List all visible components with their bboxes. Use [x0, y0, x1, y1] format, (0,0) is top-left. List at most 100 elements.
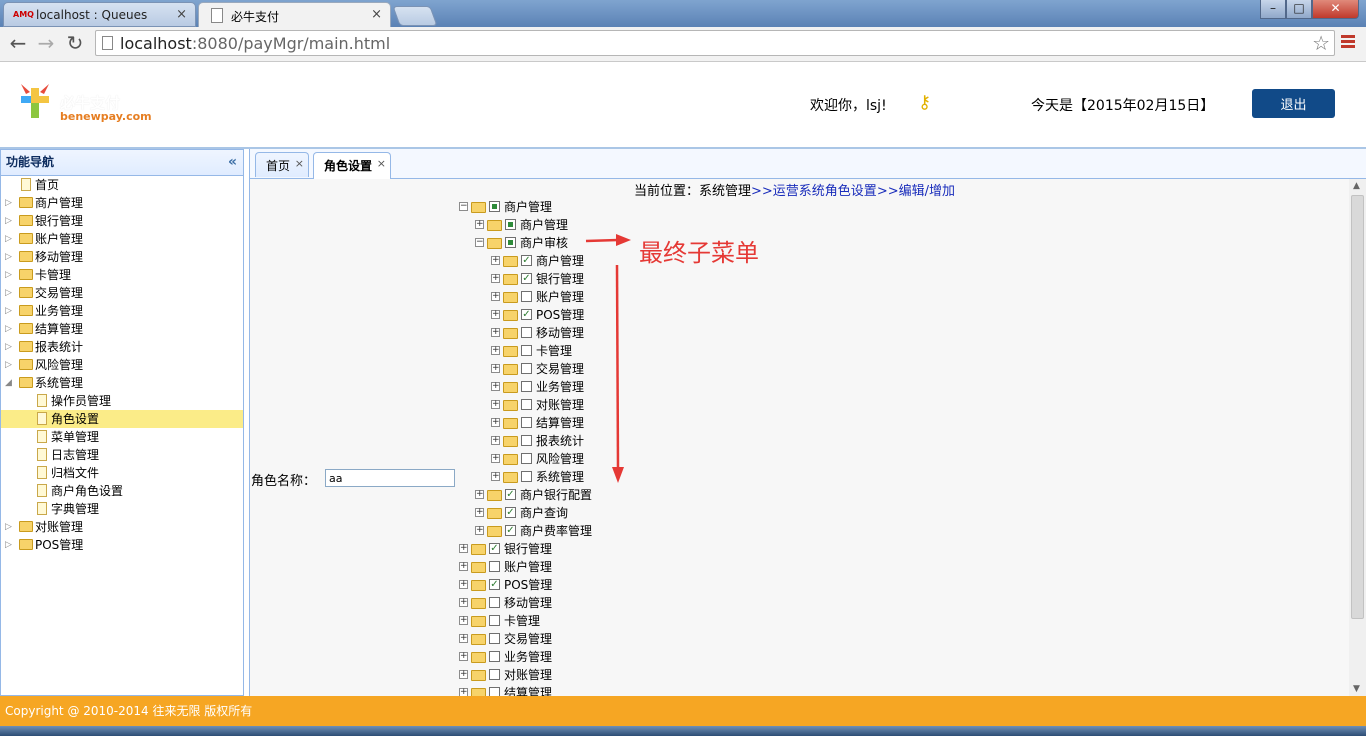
sidebar-item-label: 账户管理	[35, 232, 84, 246]
sidebar-item[interactable]: ▷ 报表统计	[1, 338, 243, 356]
back-arrow-icon[interactable]: ←	[5, 31, 31, 55]
sidebar-item-label: 卡管理	[35, 268, 72, 282]
annotation-arrow-down	[612, 264, 624, 483]
sidebar-item[interactable]: 角色设置	[1, 410, 243, 428]
folder-icon	[19, 269, 33, 280]
panel-tab-strip: 首页 × 角色设置 ×	[250, 149, 1366, 179]
sidebar-item[interactable]: 日志管理	[1, 446, 243, 464]
close-tab-icon[interactable]: ×	[295, 157, 304, 170]
sidebar-item[interactable]: ▷ 结算管理	[1, 320, 243, 338]
collapsed-arrow-icon[interactable]: ▷	[5, 194, 12, 212]
sidebar-item[interactable]: ▷ 移动管理	[1, 248, 243, 266]
annotation-arrows	[585, 234, 631, 483]
sidebar-item[interactable]: 归档文件	[1, 464, 243, 482]
sidebar-item-label: 业务管理	[35, 304, 84, 318]
folder-icon	[19, 359, 33, 370]
scrollbar-thumb[interactable]	[1351, 195, 1364, 619]
sidebar-item-label: 角色设置	[51, 412, 100, 426]
browser-toolbar: ← → ↻ localhost:8080/payMgr/main.html ☆	[0, 27, 1366, 62]
annotation-arrow-right	[585, 234, 631, 246]
content-scrollbar[interactable]: ▲ ▼	[1349, 179, 1366, 696]
sidebar-item[interactable]: 商户角色设置	[1, 482, 243, 500]
address-bar[interactable]: localhost:8080/payMgr/main.html ☆	[95, 30, 1335, 56]
sidebar-item[interactable]: ▷ 业务管理	[1, 302, 243, 320]
browser-tab-queues[interactable]: AMQ localhost : Queues ×	[3, 2, 196, 27]
sidebar-item[interactable]: 首页	[1, 176, 243, 194]
collapsed-arrow-icon[interactable]: ▷	[5, 518, 12, 536]
collapsed-arrow-icon[interactable]: ▷	[5, 356, 12, 374]
folder-icon	[19, 341, 33, 352]
forward-arrow-icon[interactable]: →	[33, 31, 59, 55]
file-icon	[37, 394, 47, 407]
close-window-button[interactable]: ✕	[1312, 0, 1359, 19]
folder-icon	[19, 251, 33, 262]
sidebar-item-label: 操作员管理	[51, 394, 112, 408]
page-icon	[102, 36, 113, 50]
sidebar-item[interactable]: ▷ 卡管理	[1, 266, 243, 284]
minimize-window-button[interactable]: –	[1260, 0, 1286, 19]
sidebar-header: 功能导航 «	[1, 150, 243, 176]
browser-tab-benewpay[interactable]: 必牛支付 ×	[198, 2, 391, 27]
amq-favicon-icon: AMQ	[13, 10, 34, 19]
collapsed-arrow-icon[interactable]: ▷	[5, 320, 12, 338]
collapsed-arrow-icon[interactable]: ▷	[5, 212, 12, 230]
sidebar-item-label: 结算管理	[35, 322, 84, 336]
folder-icon	[19, 377, 33, 388]
sidebar-item[interactable]: ◢ 系统管理	[1, 374, 243, 392]
tab-label: 首页	[266, 159, 291, 173]
sidebar-item-label: 商户角色设置	[51, 484, 124, 498]
sidebar-item[interactable]: ▷ 商户管理	[1, 194, 243, 212]
expanded-arrow-icon[interactable]: ◢	[5, 374, 12, 392]
logo-domain: benewpay.com	[60, 110, 152, 123]
folder-icon	[19, 215, 33, 226]
collapsed-arrow-icon[interactable]: ▷	[5, 248, 12, 266]
tab-role-settings[interactable]: 角色设置 ×	[313, 152, 392, 179]
sidebar-item[interactable]: ▷ 交易管理	[1, 284, 243, 302]
key-icon: ⚷	[918, 92, 932, 113]
sidebar-item[interactable]: ▷ 风险管理	[1, 356, 243, 374]
sidebar-item[interactable]: ▷ 账户管理	[1, 230, 243, 248]
collapsed-arrow-icon[interactable]: ▷	[5, 338, 12, 356]
browser-menu-icon[interactable]	[1341, 35, 1355, 50]
sidebar-item[interactable]: ▷ 对账管理	[1, 518, 243, 536]
reload-icon[interactable]: ↻	[62, 31, 88, 55]
url-path: :8080/payMgr/main.html	[191, 34, 391, 53]
sidebar-item-label: POS管理	[35, 538, 84, 552]
folder-icon	[19, 521, 33, 532]
close-tab-icon[interactable]: ×	[176, 7, 187, 22]
page-favicon-icon	[211, 8, 223, 23]
sidebar-item[interactable]: 菜单管理	[1, 428, 243, 446]
folder-icon	[19, 287, 33, 298]
collapsed-arrow-icon[interactable]: ▷	[5, 536, 12, 554]
file-icon	[37, 484, 47, 497]
file-icon	[37, 448, 47, 461]
collapsed-arrow-icon[interactable]: ▷	[5, 230, 12, 248]
close-tab-icon[interactable]: ×	[371, 7, 382, 22]
folder-icon	[19, 539, 33, 550]
sidebar-item-label: 报表统计	[35, 340, 84, 354]
sidebar-item[interactable]: ▷ 银行管理	[1, 212, 243, 230]
collapsed-arrow-icon[interactable]: ▷	[5, 284, 12, 302]
tab-label: 角色设置	[324, 159, 373, 173]
file-icon	[37, 430, 47, 443]
footer-copyright: Copyright @ 2010-2014 往来无限 版权所有	[0, 696, 1366, 726]
sidebar-item[interactable]: ▷ POS管理	[1, 536, 243, 554]
collapse-sidebar-icon[interactable]: «	[228, 150, 237, 175]
browser-tab-strip: AMQ localhost : Queues × 必牛支付 × – □ ✕	[0, 0, 1366, 27]
scroll-down-icon[interactable]: ▼	[1353, 684, 1360, 694]
sidebar-item[interactable]: 字典管理	[1, 500, 243, 518]
sidebar-item-label: 归档文件	[51, 466, 100, 480]
scroll-up-icon[interactable]: ▲	[1353, 181, 1360, 191]
collapsed-arrow-icon[interactable]: ▷	[5, 266, 12, 284]
close-tab-icon[interactable]: ×	[377, 157, 386, 170]
sidebar-title: 功能导航	[6, 155, 55, 169]
new-tab-button[interactable]	[392, 6, 438, 26]
collapsed-arrow-icon[interactable]: ▷	[5, 302, 12, 320]
logout-button[interactable]: 退出	[1252, 89, 1335, 118]
change-password-link[interactable]: 修改密码	[944, 95, 1000, 115]
bookmark-star-icon[interactable]: ☆	[1312, 31, 1330, 55]
tab-home[interactable]: 首页 ×	[255, 152, 310, 177]
sidebar-item[interactable]: 操作员管理	[1, 392, 243, 410]
maximize-window-button[interactable]: □	[1286, 0, 1312, 19]
sidebar-item-label: 银行管理	[35, 214, 84, 228]
